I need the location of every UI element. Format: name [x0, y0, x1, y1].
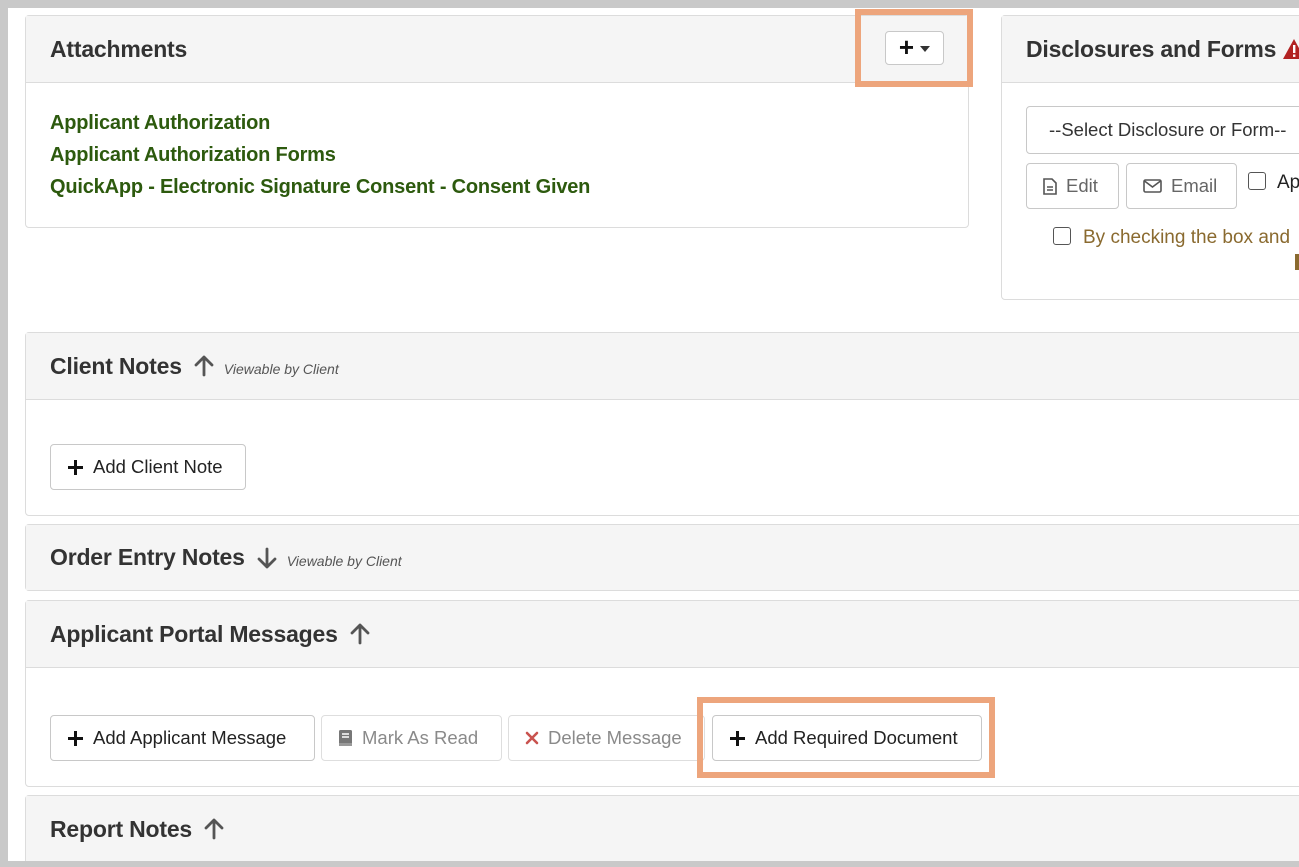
delete-message-label: Delete Message: [548, 727, 682, 748]
mark-as-read-button[interactable]: Mark As Read: [321, 715, 502, 761]
file-icon: [1043, 177, 1057, 195]
consent-checkbox[interactable]: [1053, 227, 1071, 245]
attachment-link-esign-consent[interactable]: QuickApp - Electronic Signature Consent …: [50, 171, 944, 203]
attachments-add-dropdown[interactable]: +: [885, 31, 944, 65]
delete-message-button[interactable]: Delete Message: [508, 715, 705, 761]
order-entry-notes-title: Order Entry Notes: [50, 544, 245, 570]
attachments-header: Attachments: [26, 16, 968, 83]
disclosures-panel: Disclosures and Forms: [1001, 15, 1299, 300]
order-entry-notes-panel: Order Entry Notes Viewable by Client: [25, 524, 1299, 591]
report-notes-panel: Report Notes: [25, 795, 1299, 861]
disclosure-select[interactable]: --Select Disclosure or Form--: [1026, 106, 1299, 154]
attachment-link-authorization[interactable]: Applicant Authorization: [50, 107, 944, 139]
caret-down-icon: [920, 39, 931, 57]
disclosure-checkbox-label: Ap: [1277, 172, 1299, 193]
consent-text: By checking the box and: [1083, 227, 1291, 248]
attachments-panel: Attachments Applicant Authorization Appl…: [25, 15, 969, 228]
applicant-portal-header[interactable]: Applicant Portal Messages: [26, 601, 1299, 668]
disclosure-select-value: --Select Disclosure or Form--: [1049, 119, 1287, 140]
report-notes-header[interactable]: Report Notes: [26, 796, 1299, 861]
plus-icon: [729, 730, 746, 747]
mark-as-read-label: Mark As Read: [362, 727, 479, 748]
report-notes-title: Report Notes: [50, 815, 193, 842]
arrow-down-icon: [257, 547, 277, 569]
edit-label: Edit: [1066, 175, 1098, 196]
client-notes-title: Client Notes: [50, 352, 182, 379]
edit-button[interactable]: Edit: [1026, 163, 1119, 209]
viewport: Attachments Applicant Authorization Appl…: [8, 8, 1299, 861]
add-client-note-label: Add Client Note: [93, 456, 223, 477]
disclosures-title: Disclosures and Forms: [1026, 35, 1277, 62]
warning-icon: [1282, 38, 1299, 60]
attachment-link-authorization-forms[interactable]: Applicant Authorization Forms: [50, 139, 944, 171]
add-required-document-button[interactable]: Add Required Document: [712, 715, 982, 761]
arrow-up-icon: [194, 355, 214, 377]
arrow-up-icon: [350, 623, 370, 645]
add-required-document-label: Add Required Document: [755, 727, 958, 748]
order-entry-notes-header[interactable]: Order Entry Notes Viewable by Client: [26, 525, 1299, 590]
plus-icon: [67, 730, 84, 747]
consent-text-continued: [1295, 254, 1299, 270]
plus-icon: +: [898, 32, 915, 62]
client-notes-viewable: Viewable by Client: [223, 361, 339, 377]
email-button[interactable]: Email: [1126, 163, 1237, 209]
applicant-portal-title: Applicant Portal Messages: [50, 620, 338, 647]
disclosures-header: Disclosures and Forms: [1002, 16, 1299, 83]
order-entry-notes-viewable: Viewable by Client: [286, 552, 402, 569]
plus-icon: [67, 459, 84, 476]
add-applicant-message-button[interactable]: Add Applicant Message: [50, 715, 315, 761]
envelope-icon: [1143, 179, 1162, 193]
arrow-up-icon: [204, 818, 224, 840]
add-applicant-message-label: Add Applicant Message: [93, 727, 287, 748]
email-label: Email: [1171, 175, 1218, 196]
attachments-title: Attachments: [50, 35, 188, 62]
book-icon: [338, 729, 353, 747]
attachments-links: Applicant Authorization Applicant Author…: [26, 83, 968, 227]
add-client-note-button[interactable]: Add Client Note: [50, 444, 246, 490]
client-notes-header[interactable]: Client Notes Viewable by Client: [26, 333, 1299, 400]
x-icon: [525, 731, 539, 745]
disclosure-checkbox[interactable]: [1248, 172, 1266, 190]
